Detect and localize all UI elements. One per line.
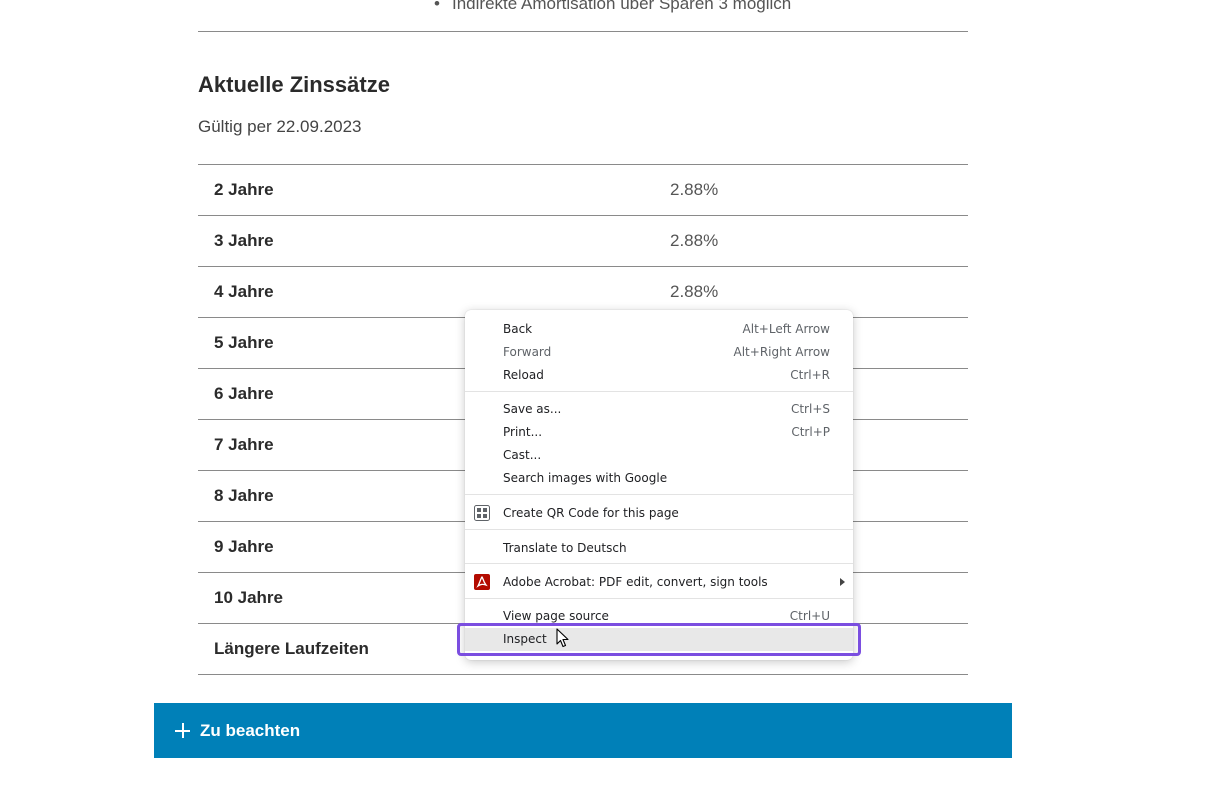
valid-date-text: Gültig per 22.09.2023	[198, 117, 362, 136]
table-row: 2 Jahre 2.88%	[198, 165, 968, 216]
term-label: 4 Jahre	[214, 282, 274, 301]
shortcut-label: Ctrl+U	[789, 609, 830, 623]
menu-item-translate[interactable]: Translate to Deutsch	[465, 537, 853, 560]
menu-item-search-images[interactable]: Search images with Google	[465, 467, 853, 490]
shortcut-label: Alt+Right Arrow	[733, 345, 830, 359]
menu-item-back[interactable]: Back Alt+Left Arrow	[465, 318, 853, 341]
menu-separator	[465, 563, 853, 564]
feature-list-item: • Indirekte Amortisation über Sparen 3 m…	[198, 0, 968, 32]
menu-item-view-page-source[interactable]: View page source Ctrl+U	[465, 605, 853, 628]
plus-icon	[175, 723, 190, 738]
rate-value: 2.88%	[670, 282, 719, 301]
menu-item-create-qr-code[interactable]: Create QR Code for this page	[465, 502, 853, 525]
zu-beachten-accordion[interactable]: Zu beachten	[154, 703, 1012, 758]
menu-item-cast[interactable]: Cast...	[465, 444, 853, 467]
menu-item-inspect[interactable]: Inspect	[465, 628, 853, 651]
term-label: 10 Jahre	[214, 588, 283, 607]
accordion-label: Zu beachten	[200, 720, 301, 740]
section-title: Aktuelle Zinssätze	[198, 72, 390, 97]
term-label: 8 Jahre	[214, 486, 274, 505]
feature-text: Indirekte Amortisation über Sparen 3 mög…	[452, 0, 792, 13]
term-label: 6 Jahre	[214, 384, 274, 403]
adobe-acrobat-icon	[474, 574, 490, 590]
shortcut-label: Ctrl+R	[790, 368, 830, 382]
qr-code-icon	[474, 505, 490, 521]
shortcut-label: Ctrl+P	[791, 425, 830, 439]
menu-separator	[465, 391, 853, 392]
term-label: 7 Jahre	[214, 435, 274, 454]
term-label: 5 Jahre	[214, 333, 274, 352]
menu-separator	[465, 598, 853, 599]
menu-item-print[interactable]: Print... Ctrl+P	[465, 421, 853, 444]
mouse-cursor-icon	[556, 628, 569, 648]
table-row: 3 Jahre 2.88%	[198, 216, 968, 267]
rate-value: 2.88%	[670, 231, 719, 250]
context-menu: Back Alt+Left Arrow Forward Alt+Right Ar…	[465, 310, 853, 660]
menu-item-reload[interactable]: Reload Ctrl+R	[465, 364, 853, 387]
menu-item-adobe-acrobat[interactable]: Adobe Acrobat: PDF edit, convert, sign t…	[465, 571, 853, 594]
bullet-icon: •	[434, 0, 440, 13]
menu-separator	[465, 494, 853, 495]
rate-value: 2.88%	[670, 180, 719, 199]
menu-item-save-as[interactable]: Save as... Ctrl+S	[465, 398, 853, 421]
menu-item-forward[interactable]: Forward Alt+Right Arrow	[465, 341, 853, 364]
submenu-arrow-icon	[840, 578, 845, 586]
menu-separator	[465, 529, 853, 530]
shortcut-label: Ctrl+S	[790, 402, 830, 416]
term-label: 9 Jahre	[214, 537, 274, 556]
shortcut-label: Alt+Left Arrow	[742, 322, 830, 336]
term-label: Längere Laufzeiten	[214, 639, 369, 658]
term-label: 2 Jahre	[214, 180, 274, 199]
term-label: 3 Jahre	[214, 231, 274, 250]
